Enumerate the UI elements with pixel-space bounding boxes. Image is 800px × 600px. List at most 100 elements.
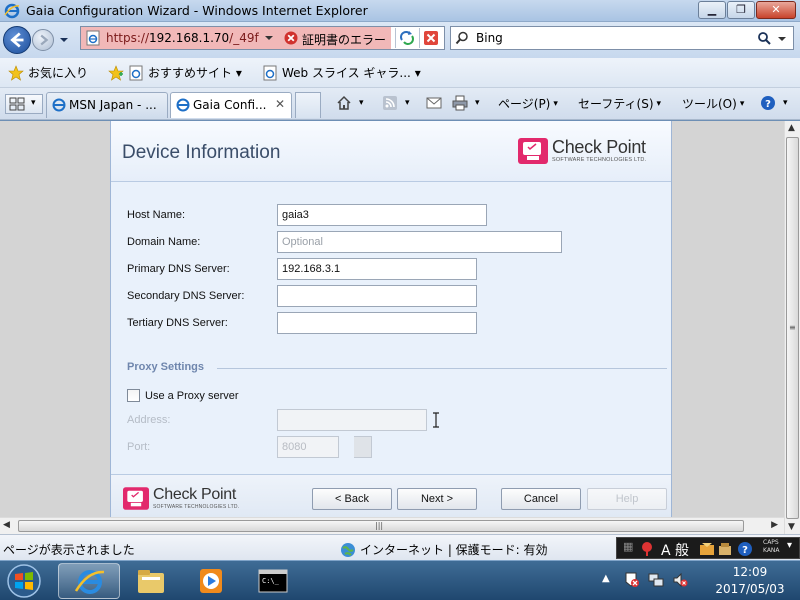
help-button[interactable]: Help: [587, 488, 667, 510]
svg-text:?: ?: [742, 545, 748, 556]
suggested-sites-button[interactable]: おすすめサイト ▾: [108, 64, 242, 81]
logo-name: Check Point: [153, 486, 236, 503]
safety-menu[interactable]: セーフティ(S) ▾: [578, 95, 661, 112]
address-bar[interactable]: https://192.168.1.70/_49f 証明書のエラー: [80, 26, 445, 50]
feeds-button[interactable]: ▾: [382, 95, 410, 111]
horizontal-scrollbar[interactable]: ◀ ||| ▶: [0, 517, 784, 534]
help-menu[interactable]: ? ▾: [760, 95, 788, 111]
scroll-left-icon[interactable]: ◀: [3, 520, 10, 530]
proxy-port-input[interactable]: 8080: [277, 436, 339, 458]
langbar-options-icon[interactable]: ▾: [787, 540, 792, 551]
read-mail-button[interactable]: [426, 95, 446, 111]
ie-tab-icon: [176, 98, 190, 112]
host-name-input[interactable]: gaia3: [277, 204, 487, 226]
address-url[interactable]: https://192.168.1.70/_49f: [106, 31, 259, 45]
show-hidden-icons[interactable]: ▲: [602, 573, 610, 584]
bing-search-icon: [455, 31, 468, 45]
navigation-bar: https://192.168.1.70/_49f 証明書のエラー Bing: [0, 22, 800, 58]
ie-page-icon: [129, 65, 143, 80]
maximize-button[interactable]: ❐: [727, 1, 755, 19]
wizard-panel: Device Information Check Point SOFTWARE …: [110, 121, 672, 517]
close-tab-icon[interactable]: ✕: [275, 97, 285, 111]
home-dropdown-icon[interactable]: ▾: [359, 98, 364, 108]
proxy-address-row: Address:: [127, 409, 667, 431]
search-provider[interactable]: Bing: [476, 31, 503, 45]
new-tab-button[interactable]: [295, 92, 321, 118]
close-icon: ✕: [771, 3, 781, 16]
vertical-scroll-thumb[interactable]: ≡: [786, 137, 799, 519]
use-proxy-row[interactable]: Use a Proxy server: [127, 389, 239, 402]
minimize-button[interactable]: ▁: [698, 1, 726, 19]
action-center-icon[interactable]: [624, 572, 640, 588]
host-name-label: Host Name:: [127, 209, 186, 221]
clock-date: 2017/05/03: [715, 582, 785, 596]
feeds-dropdown-icon[interactable]: ▾: [405, 98, 410, 108]
taskbar-clock[interactable]: 12:09 2017/05/03: [700, 564, 800, 598]
proxy-address-input[interactable]: [277, 409, 427, 431]
taskbar-file-explorer[interactable]: [120, 563, 182, 599]
use-proxy-checkbox[interactable]: [127, 389, 140, 402]
cancel-button[interactable]: Cancel: [501, 488, 581, 510]
back-button[interactable]: [3, 26, 31, 54]
next-button[interactable]: Next >: [397, 488, 477, 510]
scroll-right-icon[interactable]: ▶: [771, 520, 778, 530]
web-slice-gallery-button[interactable]: Web スライス ギャラ... ▾: [262, 64, 421, 81]
forward-button[interactable]: [32, 29, 54, 51]
certificate-error-text[interactable]: 証明書のエラー: [302, 31, 386, 48]
proxy-port-spinner[interactable]: [354, 436, 372, 458]
ie-tab-icon: [52, 98, 66, 112]
help-dropdown-icon[interactable]: ▾: [783, 98, 788, 108]
home-button[interactable]: ▾: [336, 95, 364, 111]
vertical-scrollbar[interactable]: ▲ ≡ ▼: [784, 121, 800, 534]
ime-pad-icon[interactable]: [699, 541, 715, 557]
favorites-button[interactable]: お気に入り: [8, 64, 88, 81]
secondary-dns-input[interactable]: [277, 285, 477, 307]
tab-msn-japan[interactable]: MSN Japan - ...: [46, 92, 168, 118]
search-box[interactable]: Bing: [450, 26, 794, 50]
secondary-dns-label: Secondary DNS Server:: [127, 290, 245, 302]
page-menu[interactable]: ページ(P) ▾: [498, 95, 558, 112]
print-dropdown-icon[interactable]: ▾: [475, 98, 480, 108]
use-proxy-label[interactable]: Use a Proxy server: [145, 390, 239, 402]
horizontal-scroll-thumb[interactable]: |||: [18, 520, 744, 532]
history-dropdown-icon[interactable]: [59, 35, 69, 45]
refresh-button[interactable]: [395, 28, 417, 48]
domain-name-input[interactable]: Optional: [277, 231, 562, 253]
network-icon[interactable]: [648, 572, 664, 588]
input-mode[interactable]: A 般: [661, 540, 689, 560]
scroll-down-icon[interactable]: ▼: [788, 522, 795, 532]
favorites-bar: お気に入り おすすめサイト ▾ Web スライス ギャラ... ▾: [0, 58, 800, 88]
tab-list-dropdown-icon[interactable]: ▾: [31, 98, 36, 108]
ime-tools-icon[interactable]: [717, 541, 733, 557]
stop-icon: [424, 31, 438, 45]
search-options-dropdown-icon[interactable]: [777, 34, 787, 44]
svg-text:C:\_: C:\_: [262, 577, 280, 585]
start-button[interactable]: [4, 563, 44, 599]
stop-button[interactable]: [419, 28, 441, 48]
tertiary-dns-input[interactable]: [277, 312, 477, 334]
tools-menu[interactable]: ツール(O) ▾: [682, 95, 744, 112]
taskbar-internet-explorer[interactable]: [58, 563, 120, 599]
search-icon[interactable]: [757, 31, 771, 45]
proxy-settings-title: Proxy Settings: [127, 361, 205, 373]
language-bar[interactable]: ▦ A 般 ? CAPS KANA ▾: [616, 537, 800, 559]
close-window-button[interactable]: ✕: [756, 1, 796, 19]
add-favorite-icon: [108, 64, 124, 81]
certificate-error-icon[interactable]: [284, 31, 298, 45]
primary-dns-input[interactable]: 192.168.3.1: [277, 258, 477, 280]
scroll-up-icon[interactable]: ▲: [788, 123, 795, 133]
tertiary-dns-label: Tertiary DNS Server:: [127, 317, 228, 329]
ime-help-icon[interactable]: ?: [737, 541, 753, 557]
page-icon: [86, 30, 100, 46]
taskbar-media-player[interactable]: [180, 563, 242, 599]
address-dropdown-icon[interactable]: [264, 33, 274, 43]
taskbar-command-prompt[interactable]: C:\_: [242, 563, 304, 599]
print-button[interactable]: ▾: [452, 95, 480, 111]
quick-tabs-button[interactable]: ▾: [5, 94, 43, 114]
security-zone[interactable]: インターネット | 保護モード: 有効: [340, 541, 548, 558]
back-wizard-button[interactable]: < Back: [312, 488, 392, 510]
volume-muted-icon[interactable]: [672, 572, 688, 588]
home-icon: [337, 95, 351, 110]
tab-gaia-configuration[interactable]: Gaia Confi... ✕: [170, 92, 292, 118]
caps-kana-indicator: CAPS KANA: [763, 539, 780, 554]
